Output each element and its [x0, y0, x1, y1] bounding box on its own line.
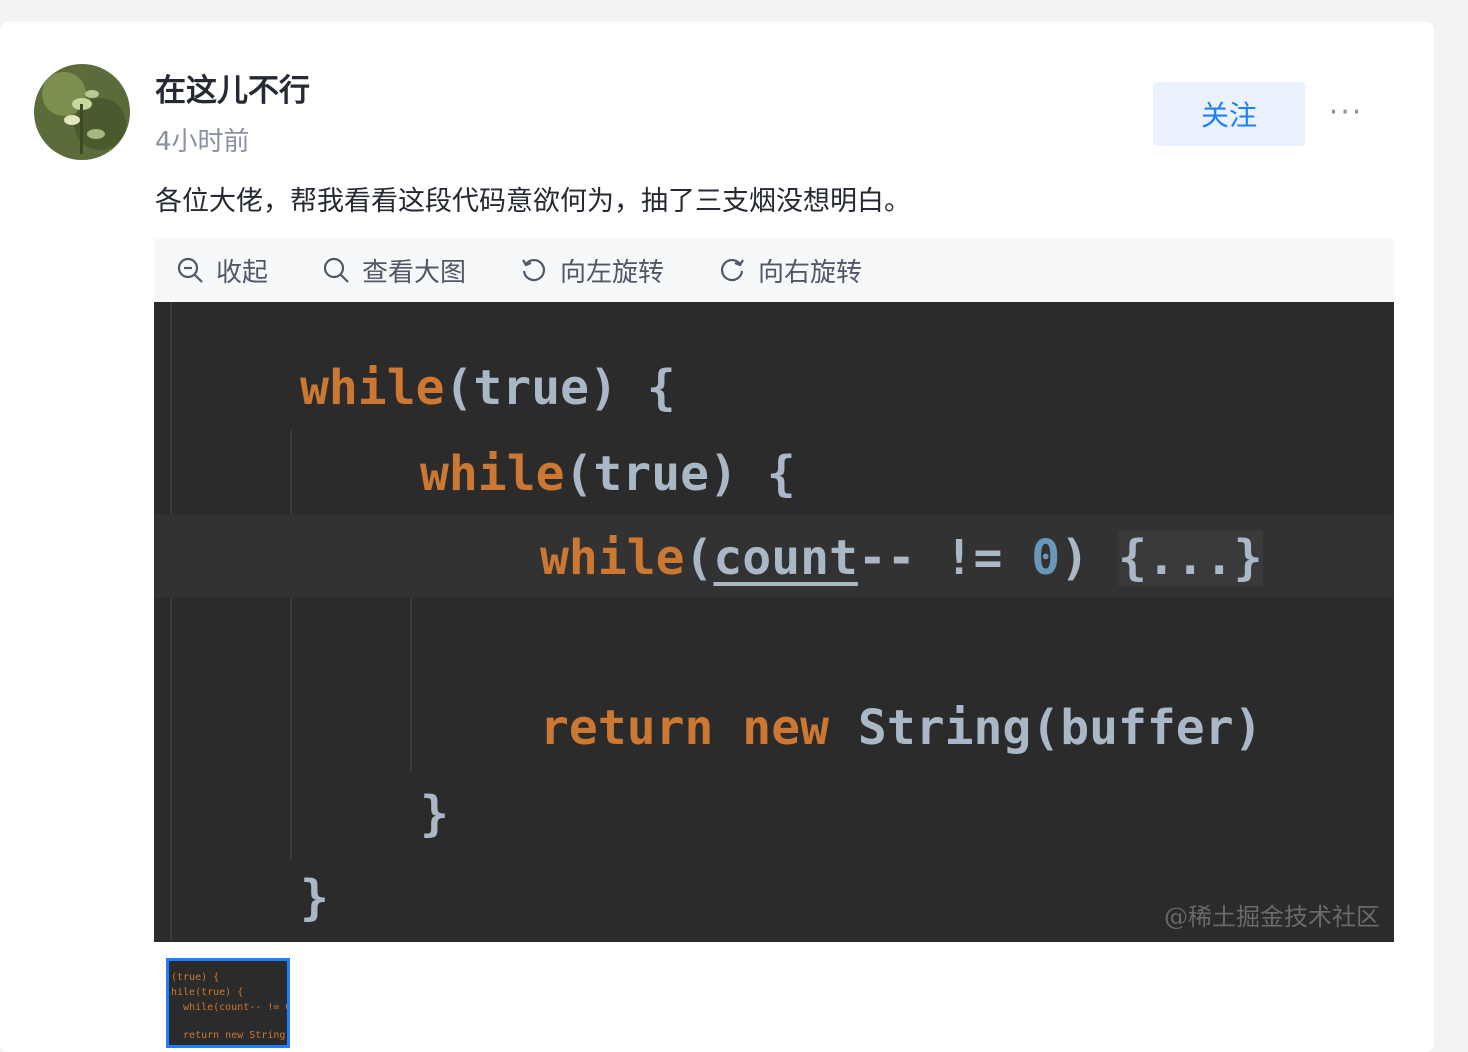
code-line-5: }	[420, 786, 449, 842]
watermark: @稀土掘金技术社区	[1164, 903, 1380, 931]
more-options-button[interactable]: ···	[1318, 92, 1374, 132]
collapse-label: 收起	[216, 257, 269, 288]
code-line-1: while(true) {	[300, 360, 676, 416]
zoom-out-icon	[177, 257, 203, 283]
rotate-left-button[interactable]: 向左旋转	[520, 238, 664, 302]
code-line-2: while(true) {	[420, 446, 796, 502]
post-content: 各位大佬，帮我看看这段代码意欲何为，抽了三支烟没想明白。	[155, 186, 911, 217]
search-icon	[323, 257, 349, 283]
post-time: 4小时前	[155, 127, 250, 157]
image-thumbnail[interactable]: (true) { hile(true) { while(count-- != 0…	[166, 958, 290, 1048]
code-line-4: return new String(buffer)	[540, 700, 1263, 756]
image-toolbar: 收起 查看大图 向左旋转 向右旋转	[154, 238, 1394, 302]
view-large-button[interactable]: 查看大图	[322, 238, 466, 302]
thumb-line-4: return new String(	[171, 1030, 290, 1041]
follow-button[interactable]: 关注	[1153, 82, 1305, 146]
code-line-3: while(count-- != 0) {...}	[540, 530, 1263, 586]
indent-guide	[170, 302, 172, 942]
rotate-right-button[interactable]: 向右旋转	[718, 238, 862, 302]
code-screenshot[interactable]: while(true) { while(true) { while(count-…	[154, 302, 1394, 942]
thumb-line-2: hile(true) {	[171, 987, 244, 998]
rotate-left-icon	[522, 258, 546, 282]
collapse-button[interactable]: 收起	[176, 238, 268, 302]
author-name[interactable]: 在这儿不行	[155, 70, 310, 112]
rotate-right-icon	[721, 258, 744, 282]
indent-guide	[290, 430, 292, 860]
avatar[interactable]	[34, 64, 130, 160]
thumb-line-3: while(count-- != 0)	[171, 1002, 290, 1013]
rotate-right-label: 向右旋转	[758, 257, 863, 288]
more-icon: ···	[1328, 94, 1364, 130]
rotate-left-label: 向左旋转	[560, 257, 665, 288]
code-line-6: }	[300, 870, 329, 926]
thumb-line-1: (true) {	[171, 972, 220, 983]
view-large-label: 查看大图	[362, 257, 467, 288]
